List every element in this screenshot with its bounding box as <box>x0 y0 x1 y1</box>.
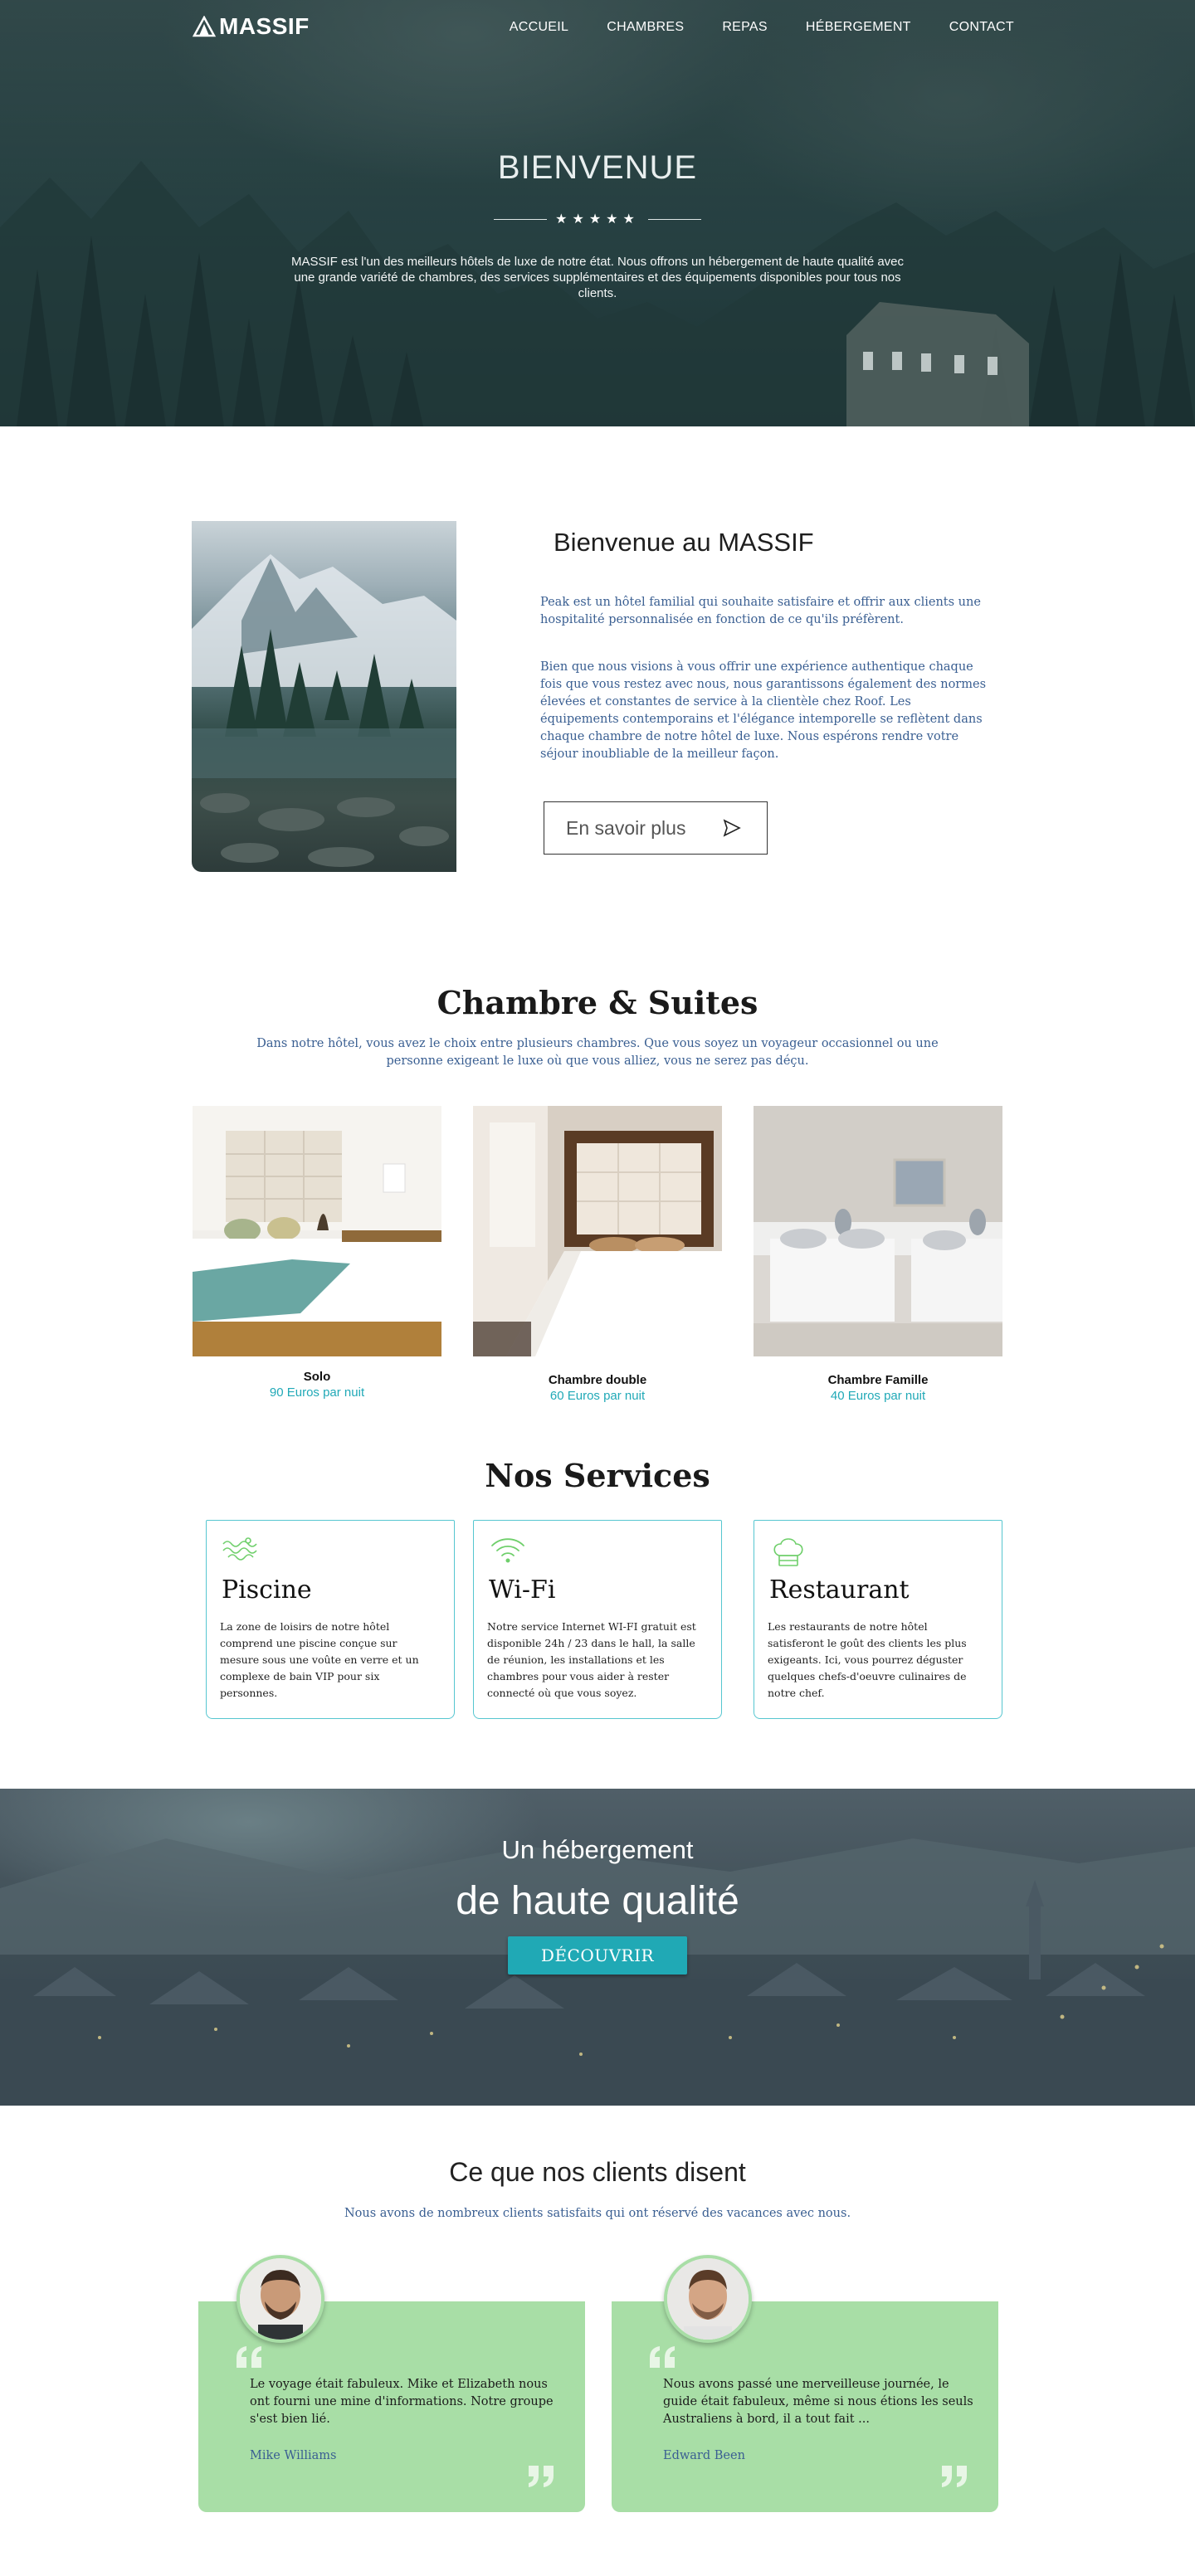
pool-icon <box>222 1537 257 1561</box>
services-title: Nos Services <box>485 1457 710 1494</box>
room-name-solo: Solo <box>303 1370 331 1384</box>
service-title-piscine: Piscine <box>222 1575 312 1605</box>
room-name-famille: Chambre Famille <box>827 1373 929 1387</box>
nav-link-accueil[interactable]: ACCUEIL <box>510 20 568 35</box>
rooms-title: Chambre & Suites <box>437 984 758 1021</box>
learn-more-button[interactable]: En savoir plus <box>544 801 768 855</box>
wifi-icon <box>491 1538 524 1563</box>
testimonial-text-2: Nous avons passé une merveilleuse journé… <box>663 2378 973 2426</box>
learn-more-label: En savoir plus <box>566 816 686 839</box>
room-price-famille: 40 Euros par nuit <box>830 1389 926 1403</box>
hero-section: MASSIF ACCUEIL CHAMBRES REPAS HÉBERGEMEN… <box>0 0 1195 426</box>
banner-subtitle: Un hébergement <box>501 1835 694 1864</box>
testimonials-title: Ce que nos clients disent <box>449 2157 746 2187</box>
person-portrait-icon <box>667 2258 749 2340</box>
testimonial-author-2: Edward Been <box>663 2449 745 2462</box>
nav-link-chambres[interactable]: CHAMBRES <box>607 20 684 35</box>
hero-stars-divider: ★★★★★ <box>0 211 1195 227</box>
logo-text: MASSIF <box>219 13 310 39</box>
service-title-restaurant: Restaurant <box>769 1575 910 1605</box>
discover-button[interactable]: DÉCOUVRIR <box>508 1936 687 1975</box>
nav-links: ACCUEIL CHAMBRES REPAS HÉBERGEMENT CONTA… <box>510 20 1014 35</box>
testimonial-card-2: Nous avons passé une merveilleuse journé… <box>612 2301 998 2512</box>
divider-line-left <box>494 218 548 220</box>
quote-open-icon <box>237 2346 261 2368</box>
avatar-mike-williams <box>237 2255 324 2343</box>
room-image-famille <box>754 1106 1002 1356</box>
room-card-famille[interactable]: Chambre Famille 40 Euros par nuit <box>754 1106 1002 1403</box>
nav-link-hebergement[interactable]: HÉBERGEMENT <box>806 20 911 35</box>
chef-hat-icon <box>773 1538 803 1566</box>
mountain-landscape-image <box>192 554 456 867</box>
quote-close-icon <box>529 2466 554 2487</box>
star-rating-icon: ★★★★★ <box>555 212 640 226</box>
testimonial-text-1: Le voyage était fabuleux. Mike et Elizab… <box>250 2378 554 2426</box>
about-mountain-image <box>192 521 456 872</box>
logo[interactable]: MASSIF <box>193 13 310 40</box>
service-text-piscine: La zone de loisirs de notre hôtel compre… <box>220 1620 419 1699</box>
hero-title: BIENVENUE <box>497 149 698 186</box>
testimonial-author-1: Mike Williams <box>250 2449 337 2462</box>
room-card-solo[interactable]: Solo 90 Euros par nuit <box>193 1106 441 1400</box>
service-text-wifi: Notre service Internet WI-FI gratuit est… <box>487 1620 696 1699</box>
room-price-double: 60 Euros par nuit <box>549 1389 646 1403</box>
avatar-edward-been <box>664 2255 752 2343</box>
rooms-description: Dans notre hôtel, vous avez le choix ent… <box>256 1037 939 1068</box>
divider-line-right <box>647 218 701 220</box>
arrow-right-icon <box>724 819 742 837</box>
person-portrait-icon <box>240 2258 321 2340</box>
quote-close-icon <box>942 2466 967 2487</box>
about-paragraph-1: Peak est un hôtel familial qui souhaite … <box>540 596 981 626</box>
about-paragraph-2: Bien que nous visions à vous offrir une … <box>540 660 987 761</box>
about-title: Bienvenue au MASSIF <box>554 528 814 557</box>
room-price-solo: 90 Euros par nuit <box>269 1385 365 1400</box>
room-name-double: Chambre double <box>548 1373 647 1387</box>
service-title-wifi: Wi-Fi <box>489 1575 556 1605</box>
service-text-restaurant: Les restaurants de notre hôtel satisfero… <box>768 1620 967 1699</box>
banner-section: Un hébergement de haute qualité DÉCOUVRI… <box>0 1789 1195 2106</box>
nav-link-repas[interactable]: REPAS <box>722 20 768 35</box>
mountain-logo-icon <box>193 16 216 37</box>
service-card-restaurant: Restaurant Les restaurants de notre hôte… <box>754 1520 1002 1719</box>
banner-title: de haute qualité <box>456 1879 739 1923</box>
room-card-double[interactable]: Chambre double 60 Euros par nuit <box>473 1106 722 1403</box>
service-card-piscine: Piscine La zone de loisirs de notre hôte… <box>206 1520 455 1719</box>
service-card-wifi: Wi-Fi Notre service Internet WI-FI gratu… <box>473 1520 722 1719</box>
hero-description: MASSIF est l'un des meilleurs hôtels de … <box>290 255 905 300</box>
testimonials-description: Nous avons de nombreux clients satisfait… <box>344 2207 851 2220</box>
nav-link-contact[interactable]: CONTACT <box>949 20 1014 35</box>
room-image-solo <box>193 1106 441 1356</box>
room-image-double <box>473 1106 722 1356</box>
quote-open-icon <box>650 2346 675 2368</box>
main-nav: MASSIF ACCUEIL CHAMBRES REPAS HÉBERGEMEN… <box>0 0 1195 58</box>
